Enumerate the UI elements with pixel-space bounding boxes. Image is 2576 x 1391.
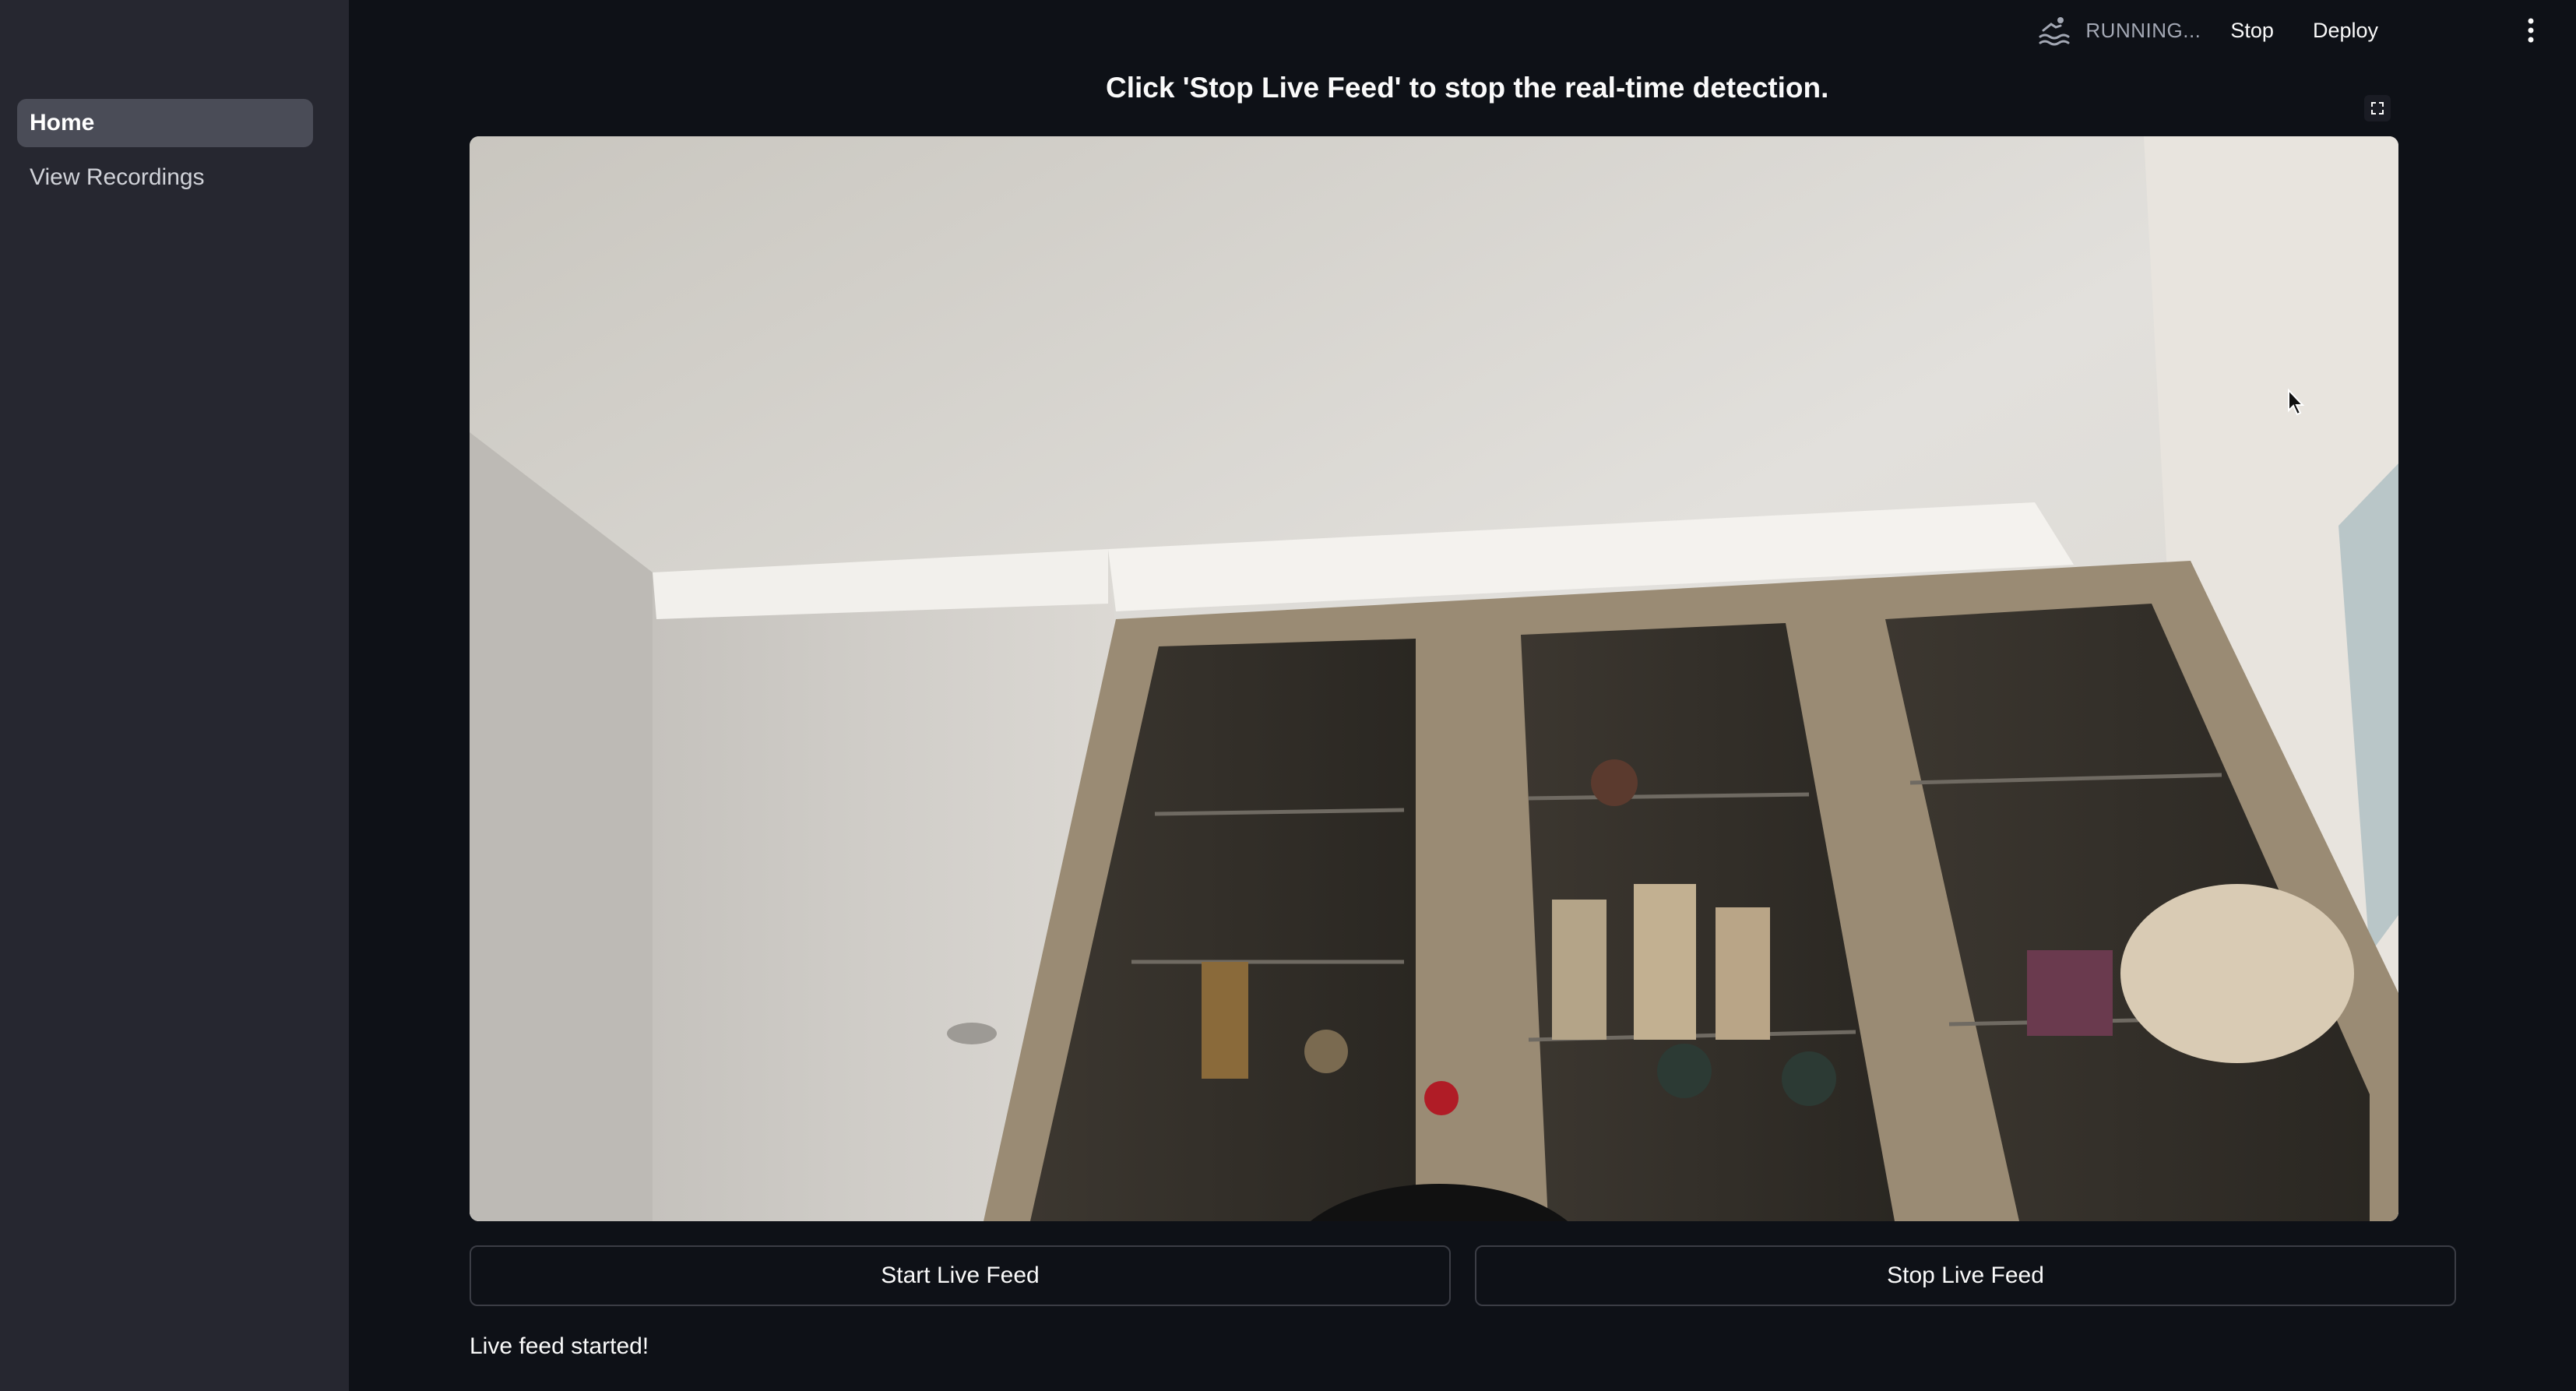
start-live-feed-button[interactable]: Start Live Feed xyxy=(470,1245,1451,1306)
sidebar-nav: Home View Recordings xyxy=(17,99,313,208)
fullscreen-icon xyxy=(2371,102,2384,114)
running-status-text: RUNNING... xyxy=(2085,18,2201,42)
status-area: RUNNING... Stop Deploy xyxy=(2037,0,2417,61)
deploy-button[interactable]: Deploy xyxy=(2313,19,2378,43)
sidebar: Home View Recordings xyxy=(0,0,349,1391)
page-title: Click 'Stop Live Feed' to stop the real-… xyxy=(1106,72,1829,104)
sidebar-item-home[interactable]: Home xyxy=(17,99,313,147)
mouse-cursor-icon xyxy=(2288,389,2305,416)
sidebar-item-view-recordings[interactable]: View Recordings xyxy=(17,153,313,202)
status-message: Live feed started! xyxy=(470,1333,649,1359)
fullscreen-button[interactable] xyxy=(2364,95,2391,121)
camera-frame xyxy=(470,136,2398,1221)
kebab-menu-icon[interactable] xyxy=(2526,17,2536,44)
swimmer-running-icon xyxy=(2039,17,2070,46)
stop-button[interactable]: Stop xyxy=(2230,19,2274,43)
app-header: RUNNING... Stop Deploy xyxy=(349,0,2576,61)
stop-live-feed-button[interactable]: Stop Live Feed xyxy=(1475,1245,2456,1306)
live-video-feed xyxy=(470,136,2398,1221)
